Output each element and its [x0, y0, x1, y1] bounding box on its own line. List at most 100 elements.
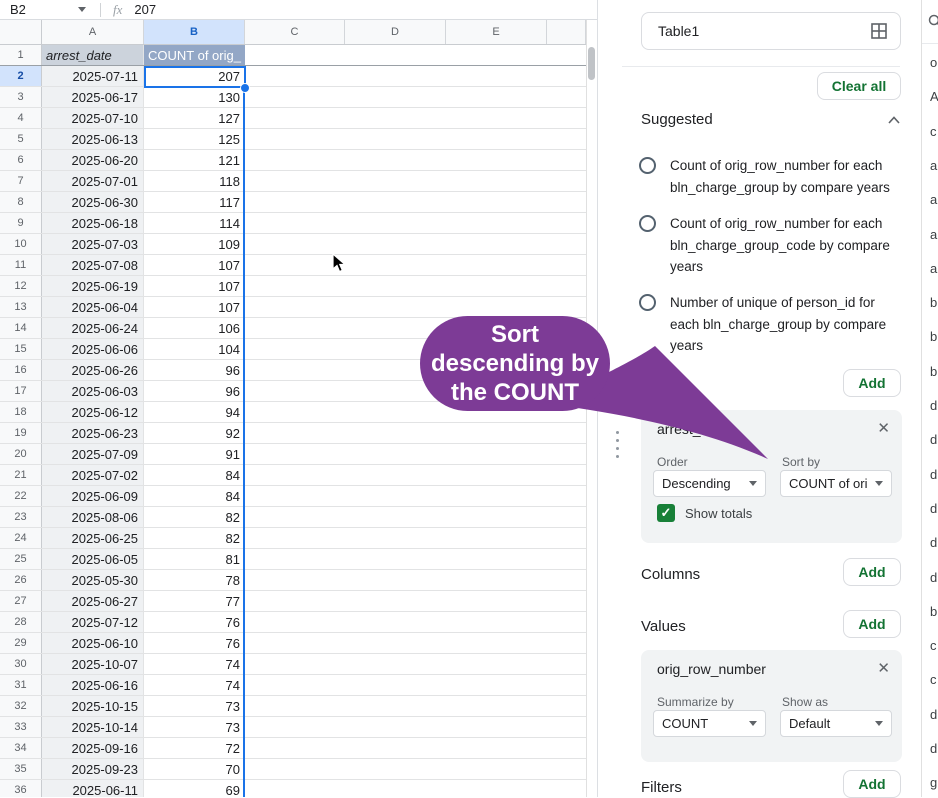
- field-list-item[interactable]: d: [930, 570, 937, 585]
- row-header-16[interactable]: 16: [0, 360, 42, 380]
- cell-a21[interactable]: 2025-07-02: [42, 465, 144, 485]
- rows-add-button[interactable]: Add: [843, 369, 901, 397]
- cell-b11[interactable]: 107: [144, 255, 245, 275]
- row-header-24[interactable]: 24: [0, 528, 42, 548]
- field-list-item[interactable]: b: [930, 295, 937, 310]
- cell-a11[interactable]: 2025-07-08: [42, 255, 144, 275]
- table-name-field[interactable]: Table1: [641, 12, 901, 50]
- row-header-18[interactable]: 18: [0, 402, 42, 422]
- cell-b8[interactable]: 117: [144, 192, 245, 212]
- cell-b26[interactable]: 78: [144, 570, 245, 590]
- sort-by-dropdown[interactable]: COUNT of ori…: [780, 470, 892, 497]
- vertical-scrollbar[interactable]: [588, 47, 595, 80]
- row-header-31[interactable]: 31: [0, 675, 42, 695]
- row-header-30[interactable]: 30: [0, 654, 42, 674]
- field-list-item[interactable]: b: [930, 604, 937, 619]
- row-header-21[interactable]: 21: [0, 465, 42, 485]
- radio-icon[interactable]: [639, 215, 656, 232]
- row-header-10[interactable]: 10: [0, 234, 42, 254]
- field-list-item[interactable]: c: [930, 638, 937, 653]
- cell-a4[interactable]: 2025-07-10: [42, 108, 144, 128]
- cell-a32[interactable]: 2025-10-15: [42, 696, 144, 716]
- cell-a17[interactable]: 2025-06-03: [42, 381, 144, 401]
- cell-b13[interactable]: 107: [144, 297, 245, 317]
- cell-a14[interactable]: 2025-06-24: [42, 318, 144, 338]
- row-header-14[interactable]: 14: [0, 318, 42, 338]
- field-list-item[interactable]: d: [930, 707, 937, 722]
- cell-b35[interactable]: 70: [144, 759, 245, 779]
- show-as-dropdown[interactable]: Default: [780, 710, 892, 737]
- cell-a7[interactable]: 2025-07-01: [42, 171, 144, 191]
- table-grid-icon[interactable]: [870, 22, 888, 40]
- cell-b27[interactable]: 77: [144, 591, 245, 611]
- row-header-6[interactable]: 6: [0, 150, 42, 170]
- field-list-item[interactable]: a: [930, 261, 937, 276]
- cell-b14[interactable]: 106: [144, 318, 245, 338]
- formula-input[interactable]: 207: [134, 2, 156, 17]
- row-header-13[interactable]: 13: [0, 297, 42, 317]
- summarize-by-dropdown[interactable]: COUNT: [653, 710, 766, 737]
- cell-a8[interactable]: 2025-06-30: [42, 192, 144, 212]
- radio-icon[interactable]: [639, 157, 656, 174]
- cell-b18[interactable]: 94: [144, 402, 245, 422]
- cell-a36[interactable]: 2025-06-11: [42, 780, 144, 797]
- columns-add-button[interactable]: Add: [843, 558, 901, 586]
- cell-b25[interactable]: 81: [144, 549, 245, 569]
- close-icon[interactable]: ✕: [877, 659, 890, 677]
- cell-a12[interactable]: 2025-06-19: [42, 276, 144, 296]
- cell-b19[interactable]: 92: [144, 423, 245, 443]
- cell-a23[interactable]: 2025-08-06: [42, 507, 144, 527]
- cell-a31[interactable]: 2025-06-16: [42, 675, 144, 695]
- select-all-corner[interactable]: [0, 20, 42, 44]
- name-box[interactable]: B2: [0, 2, 78, 17]
- cell-a26[interactable]: 2025-05-30: [42, 570, 144, 590]
- field-list-item[interactable]: a: [930, 158, 937, 173]
- column-header-partial[interactable]: [547, 20, 586, 44]
- field-list-item[interactable]: d: [930, 501, 937, 516]
- row-header-11[interactable]: 11: [0, 255, 42, 275]
- cell-b9[interactable]: 114: [144, 213, 245, 233]
- cell-b1[interactable]: COUNT of orig_: [144, 45, 245, 65]
- cell-b17[interactable]: 96: [144, 381, 245, 401]
- cell-b12[interactable]: 107: [144, 276, 245, 296]
- column-header-d[interactable]: D: [345, 20, 446, 44]
- row-header-35[interactable]: 35: [0, 759, 42, 779]
- cell-a1[interactable]: arrest_date: [42, 45, 144, 65]
- cell-b15[interactable]: 104: [144, 339, 245, 359]
- row-header-9[interactable]: 9: [0, 213, 42, 233]
- cell-b4[interactable]: 127: [144, 108, 245, 128]
- cell-b7[interactable]: 118: [144, 171, 245, 191]
- row-header-3[interactable]: 3: [0, 87, 42, 107]
- cell-a29[interactable]: 2025-06-10: [42, 633, 144, 653]
- column-header-e[interactable]: E: [446, 20, 547, 44]
- cell-a28[interactable]: 2025-07-12: [42, 612, 144, 632]
- cell-a34[interactable]: 2025-09-16: [42, 738, 144, 758]
- cell-b23[interactable]: 82: [144, 507, 245, 527]
- cell-b16[interactable]: 96: [144, 360, 245, 380]
- field-list-item[interactable]: o: [930, 55, 937, 70]
- cell-b6[interactable]: 121: [144, 150, 245, 170]
- row-header-12[interactable]: 12: [0, 276, 42, 296]
- cell-b5[interactable]: 125: [144, 129, 245, 149]
- cell-a5[interactable]: 2025-06-13: [42, 129, 144, 149]
- field-list-item[interactable]: d: [930, 535, 937, 550]
- suggested-option[interactable]: Number of unique of person_id for each b…: [639, 292, 901, 357]
- row-header-1[interactable]: 1: [0, 45, 42, 65]
- cell-a30[interactable]: 2025-10-07: [42, 654, 144, 674]
- cell-a22[interactable]: 2025-06-09: [42, 486, 144, 506]
- values-add-button[interactable]: Add: [843, 610, 901, 638]
- cell-b36[interactable]: 69: [144, 780, 245, 797]
- field-list-item[interactable]: a: [930, 227, 937, 242]
- field-list-item[interactable]: d: [930, 467, 937, 482]
- fill-handle[interactable]: [240, 83, 250, 93]
- order-dropdown[interactable]: Descending: [653, 470, 766, 497]
- cell-a16[interactable]: 2025-06-26: [42, 360, 144, 380]
- field-list-item[interactable]: c: [930, 672, 937, 687]
- row-header-20[interactable]: 20: [0, 444, 42, 464]
- row-header-27[interactable]: 27: [0, 591, 42, 611]
- row-header-2[interactable]: 2: [0, 66, 42, 86]
- row-header-5[interactable]: 5: [0, 129, 42, 149]
- cell-b33[interactable]: 73: [144, 717, 245, 737]
- cell-a19[interactable]: 2025-06-23: [42, 423, 144, 443]
- clear-all-button[interactable]: Clear all: [817, 72, 901, 100]
